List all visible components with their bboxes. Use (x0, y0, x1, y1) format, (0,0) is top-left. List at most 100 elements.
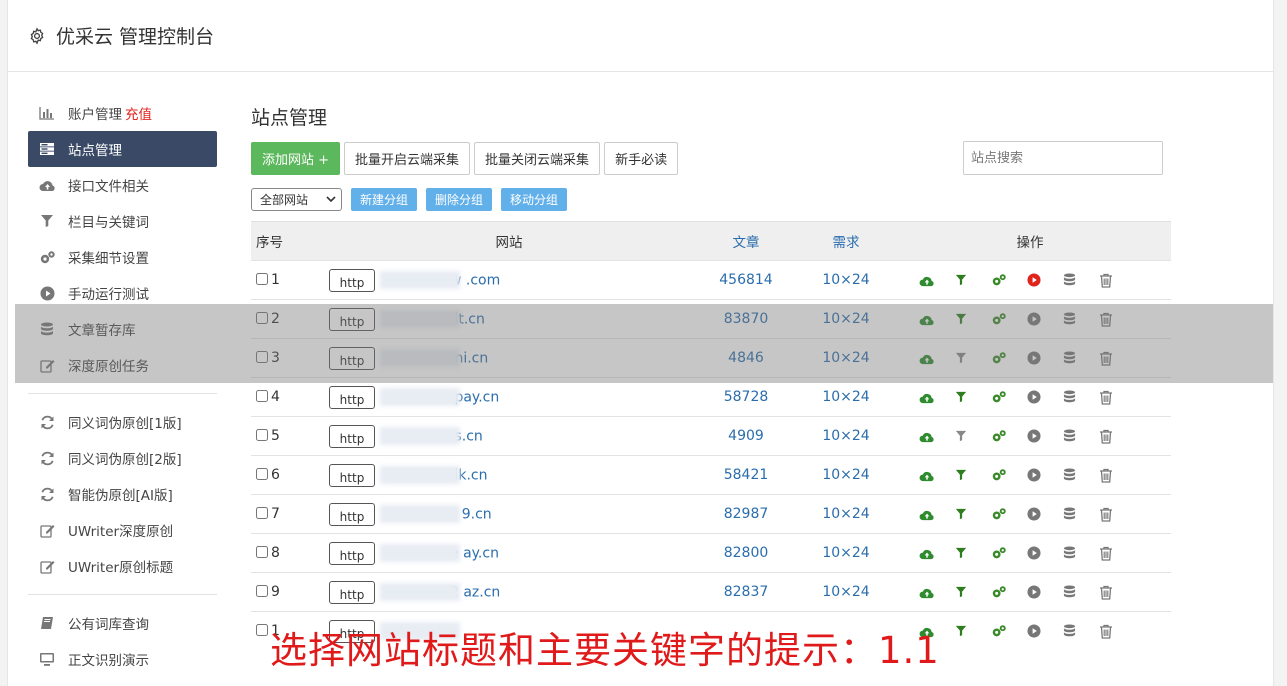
gear-icon[interactable] (28, 26, 46, 45)
trash-icon[interactable] (1099, 310, 1135, 328)
cloud-upload-icon[interactable] (919, 349, 955, 367)
filter-icon[interactable] (955, 544, 991, 562)
play-circle-icon[interactable] (1027, 349, 1063, 367)
row-checkbox[interactable] (256, 312, 268, 324)
row-checkbox[interactable] (256, 585, 268, 597)
demand-value[interactable]: 10×24 (803, 339, 889, 378)
database-icon[interactable] (1063, 349, 1099, 367)
gears-icon[interactable] (991, 271, 1027, 289)
cloud-upload-icon[interactable] (919, 427, 955, 445)
sidebar-item-group1-2[interactable]: 接口文件相关 (28, 167, 217, 203)
row-checkbox[interactable] (256, 273, 268, 285)
row-checkbox[interactable] (256, 507, 268, 519)
demand-value[interactable]: 10×24 (803, 261, 889, 300)
gears-icon[interactable] (991, 310, 1027, 328)
sidebar-item-group3-1[interactable]: 正文识别演示 (28, 641, 217, 677)
demand-value[interactable]: 10×24 (803, 417, 889, 456)
article-count[interactable]: 58421 (689, 456, 803, 495)
recharge-link[interactable]: 充值 (125, 103, 152, 123)
sidebar-item-group2-0[interactable]: 同义词伪原创[1版] (28, 404, 217, 440)
row-checkbox[interactable] (256, 351, 268, 363)
sidebar-item-group1-7[interactable]: 深度原创任务 (28, 347, 217, 383)
add-site-button[interactable]: 添加网站 + (251, 141, 341, 175)
trash-icon[interactable] (1099, 271, 1135, 289)
move-group-button[interactable]: 移动分组 (501, 187, 568, 211)
demand-value[interactable]: 10×24 (803, 378, 889, 417)
new-group-button[interactable]: 新建分组 (351, 187, 418, 211)
article-count[interactable]: 82987 (689, 495, 803, 534)
cloud-upload-icon[interactable] (919, 505, 955, 523)
cloud-upload-icon[interactable] (919, 466, 955, 484)
filter-icon[interactable] (955, 388, 991, 406)
play-circle-icon[interactable] (1027, 427, 1063, 445)
gears-icon[interactable] (991, 622, 1027, 640)
play-circle-icon[interactable] (1027, 622, 1063, 640)
play-circle-icon[interactable] (1027, 388, 1063, 406)
gears-icon[interactable] (991, 388, 1027, 406)
gears-icon[interactable] (991, 349, 1027, 367)
trash-icon[interactable] (1099, 505, 1135, 523)
cloud-upload-icon[interactable] (919, 310, 955, 328)
cloud-upload-icon[interactable] (919, 544, 955, 562)
trash-icon[interactable] (1099, 388, 1135, 406)
demand-value[interactable]: 10×24 (803, 573, 889, 612)
filter-icon[interactable] (955, 583, 991, 601)
sidebar-item-group1-0[interactable]: 账户管理 充值 (28, 95, 217, 131)
demand-value[interactable]: 10×24 (803, 495, 889, 534)
trash-icon[interactable] (1099, 583, 1135, 601)
site-group-select[interactable]: 全部网站 (251, 187, 342, 211)
cloud-upload-icon[interactable] (919, 271, 955, 289)
article-count[interactable]: 83870 (689, 300, 803, 339)
row-checkbox[interactable] (256, 468, 268, 480)
beginner-guide-button[interactable]: 新手必读 (604, 141, 679, 175)
article-count[interactable]: 82800 (689, 534, 803, 573)
row-checkbox[interactable] (256, 546, 268, 558)
demand-value[interactable]: 10×24 (803, 300, 889, 339)
trash-icon[interactable] (1099, 544, 1135, 562)
cloud-upload-icon[interactable] (919, 388, 955, 406)
article-count[interactable]: 4909 (689, 417, 803, 456)
demand-value[interactable]: 10×24 (803, 456, 889, 495)
database-icon[interactable] (1063, 505, 1099, 523)
filter-icon[interactable] (955, 427, 991, 445)
cloud-upload-icon[interactable] (919, 583, 955, 601)
article-count[interactable]: 4846 (689, 339, 803, 378)
filter-icon[interactable] (955, 505, 991, 523)
filter-icon[interactable] (955, 310, 991, 328)
database-icon[interactable] (1063, 271, 1099, 289)
play-circle-icon[interactable] (1027, 505, 1063, 523)
gears-icon[interactable] (991, 466, 1027, 484)
database-icon[interactable] (1063, 544, 1099, 562)
sidebar-item-group1-5[interactable]: 手动运行测试 (28, 275, 217, 311)
delete-group-button[interactable]: 删除分组 (426, 187, 493, 211)
trash-icon[interactable] (1099, 427, 1135, 445)
sidebar-item-group1-1[interactable]: 站点管理 (28, 131, 217, 167)
database-icon[interactable] (1063, 310, 1099, 328)
trash-icon[interactable] (1099, 349, 1135, 367)
sidebar-item-group2-3[interactable]: UWriter深度原创 (28, 512, 217, 548)
site-search-input[interactable] (963, 141, 1163, 175)
gears-icon[interactable] (991, 427, 1027, 445)
database-icon[interactable] (1063, 622, 1099, 640)
row-checkbox[interactable] (256, 429, 268, 441)
trash-icon[interactable] (1099, 622, 1135, 640)
row-checkbox[interactable] (256, 624, 268, 637)
sidebar-item-group2-4[interactable]: UWriter原创标题 (28, 548, 217, 584)
demand-value[interactable]: 10×24 (803, 534, 889, 573)
sidebar-item-group1-6[interactable]: 文章暂存库 (28, 311, 217, 347)
article-count[interactable]: 456814 (689, 261, 803, 300)
play-circle-icon[interactable] (1027, 583, 1063, 601)
sidebar-item-group2-1[interactable]: 同义词伪原创[2版] (28, 440, 217, 476)
play-circle-icon[interactable] (1027, 271, 1063, 289)
database-icon[interactable] (1063, 427, 1099, 445)
filter-icon[interactable] (955, 271, 991, 289)
sidebar-item-group2-2[interactable]: 智能伪原创[AI版] (28, 476, 217, 512)
database-icon[interactable] (1063, 466, 1099, 484)
article-count[interactable]: 82837 (689, 573, 803, 612)
filter-icon[interactable] (955, 349, 991, 367)
database-icon[interactable] (1063, 583, 1099, 601)
filter-icon[interactable] (955, 466, 991, 484)
play-circle-icon[interactable] (1027, 466, 1063, 484)
sidebar-item-group1-4[interactable]: 采集细节设置 (28, 239, 217, 275)
filter-icon[interactable] (955, 622, 991, 640)
